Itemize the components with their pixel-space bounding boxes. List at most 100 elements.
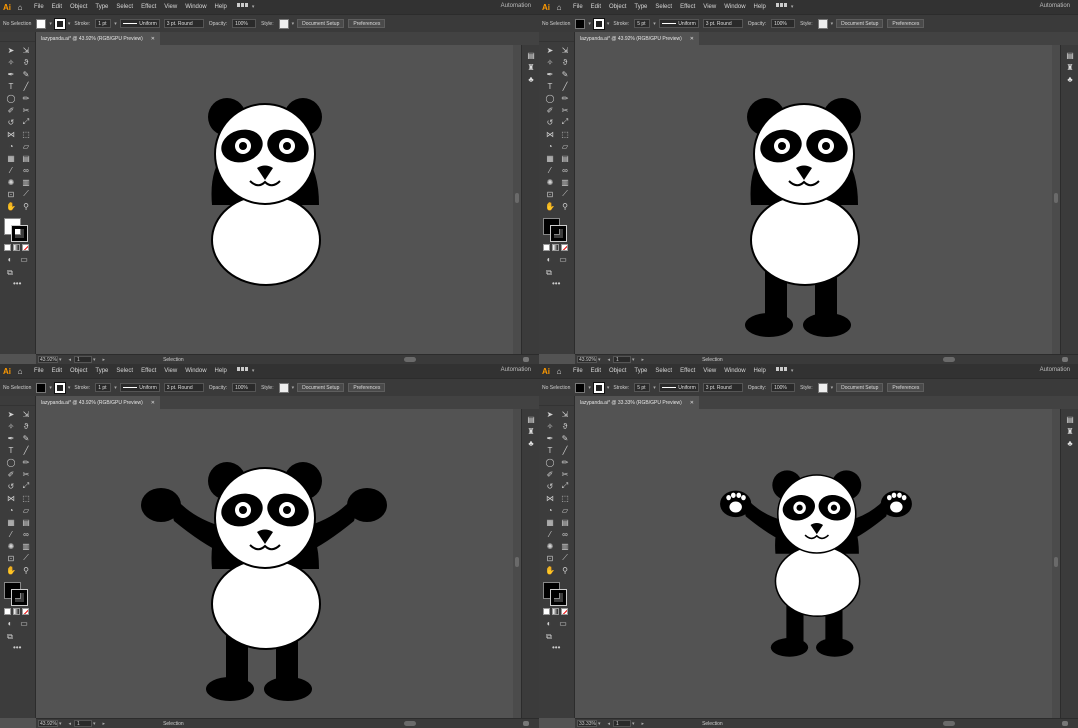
line-tool-icon[interactable]: ╱ bbox=[559, 444, 571, 456]
edit-toolbar-icon[interactable]: ••• bbox=[0, 643, 35, 652]
type-tool-icon[interactable]: T bbox=[5, 80, 17, 92]
color-button[interactable] bbox=[4, 244, 11, 251]
pen-tool-icon[interactable]: ✒ bbox=[5, 432, 17, 444]
menu-help[interactable]: Help bbox=[215, 4, 227, 10]
menu-object[interactable]: Object bbox=[70, 368, 87, 374]
scroll-thumb[interactable] bbox=[515, 557, 519, 567]
variable-width-profile[interactable]: Uniform bbox=[119, 383, 160, 392]
width-tool-icon[interactable]: ⋈ bbox=[544, 128, 556, 140]
direct-selection-tool-icon[interactable]: ⇲ bbox=[20, 44, 32, 56]
type-tool-icon[interactable]: T bbox=[5, 444, 17, 456]
close-icon[interactable]: ✕ bbox=[690, 400, 694, 406]
preferences-button[interactable]: Preferences bbox=[887, 19, 925, 28]
fill-swatch[interactable] bbox=[36, 382, 47, 393]
none-button[interactable] bbox=[22, 608, 29, 615]
width-tool-icon[interactable]: ⋈ bbox=[544, 492, 556, 504]
paintbrush-icon[interactable]: ✏ bbox=[20, 92, 32, 104]
preferences-button[interactable]: Preferences bbox=[348, 383, 386, 392]
preferences-button[interactable]: Preferences bbox=[887, 383, 925, 392]
fill-stroke-swatches[interactable] bbox=[543, 582, 569, 606]
document-setup-button[interactable]: Document Setup bbox=[297, 383, 345, 392]
blend-icon[interactable]: ∞ bbox=[559, 164, 571, 176]
none-button[interactable] bbox=[561, 244, 568, 251]
menu-effect[interactable]: Effect bbox=[680, 4, 695, 10]
fill-swatch[interactable] bbox=[575, 382, 586, 393]
zoom-level-field[interactable]: 43.92% bbox=[38, 356, 58, 363]
gradient-button[interactable] bbox=[13, 244, 20, 251]
perspective-icon[interactable]: ▱ bbox=[20, 504, 32, 516]
symbol-sprayer-icon[interactable]: ✺ bbox=[5, 540, 17, 552]
perspective-icon[interactable]: ▱ bbox=[20, 140, 32, 152]
stroke-swatch[interactable] bbox=[592, 17, 605, 30]
opacity-field[interactable]: 100% bbox=[771, 19, 796, 28]
vertical-scrollbar[interactable] bbox=[513, 409, 521, 718]
graphic-style-swatch[interactable] bbox=[817, 382, 828, 393]
eraser-icon[interactable]: ✂ bbox=[559, 468, 571, 480]
previous-artboard-icon[interactable]: ◂ bbox=[69, 721, 72, 727]
blend-icon[interactable]: ∞ bbox=[559, 528, 571, 540]
magic-wand-icon[interactable]: ✧ bbox=[544, 420, 556, 432]
draw-mode-icon[interactable]: ◐ bbox=[543, 617, 555, 629]
lasso-icon[interactable]: ϑ bbox=[559, 420, 571, 432]
blend-icon[interactable]: ∞ bbox=[20, 528, 32, 540]
hand-tool-icon[interactable]: ✋ bbox=[5, 564, 17, 576]
free-transform-icon[interactable]: ⬚ bbox=[20, 492, 32, 504]
stroke-swatch[interactable] bbox=[53, 381, 66, 394]
scale-icon[interactable]: ⤢ bbox=[20, 480, 32, 492]
edit-toolbar-icon[interactable]: ••• bbox=[539, 643, 574, 652]
menu-edit[interactable]: Edit bbox=[591, 4, 601, 10]
variable-width-profile[interactable]: Uniform bbox=[119, 19, 160, 28]
menu-help[interactable]: Help bbox=[215, 368, 227, 374]
properties-panel-icon[interactable]: ▤ bbox=[1061, 49, 1078, 61]
rotate-icon[interactable]: ↺ bbox=[544, 116, 556, 128]
artboard-tool-icon[interactable]: ⊡ bbox=[544, 552, 556, 564]
menu-view[interactable]: View bbox=[164, 368, 177, 374]
menu-type[interactable]: Type bbox=[634, 4, 647, 10]
artboard-tool-icon[interactable]: ⊡ bbox=[5, 552, 17, 564]
horizontal-scroll-thumb[interactable] bbox=[943, 357, 955, 362]
menu-object[interactable]: Object bbox=[70, 4, 87, 10]
next-artboard-icon[interactable]: ▸ bbox=[103, 357, 106, 363]
panel-grip[interactable] bbox=[0, 32, 35, 42]
slice-icon[interactable]: ⟋ bbox=[20, 552, 32, 564]
change-screen-mode-icon[interactable]: ⧉ bbox=[4, 267, 16, 279]
color-button[interactable] bbox=[543, 608, 550, 615]
properties-panel-icon[interactable]: ▤ bbox=[522, 49, 539, 61]
scroll-thumb[interactable] bbox=[1054, 557, 1058, 567]
stroke-color-swatch[interactable] bbox=[550, 225, 567, 242]
line-tool-icon[interactable]: ╱ bbox=[20, 80, 32, 92]
ellipse-tool-icon[interactable]: ◯ bbox=[5, 456, 17, 468]
variable-width-profile[interactable]: Uniform bbox=[658, 383, 699, 392]
menu-edit[interactable]: Edit bbox=[52, 368, 62, 374]
direct-selection-tool-icon[interactable]: ⇲ bbox=[20, 408, 32, 420]
libraries-panel-icon[interactable]: ♜ bbox=[522, 61, 539, 73]
fill-swatch[interactable] bbox=[36, 18, 47, 29]
workspace-switcher-icon[interactable] bbox=[775, 3, 790, 11]
document-tab[interactable]: lazypanda.ai* @ 43.92% (RGB/GPU Preview)… bbox=[575, 32, 699, 45]
column-graph-icon[interactable]: ▥ bbox=[559, 540, 571, 552]
fill-swatch[interactable] bbox=[575, 18, 586, 29]
menu-effect[interactable]: Effect bbox=[680, 368, 695, 374]
curvature-tool-icon[interactable]: ✎ bbox=[559, 432, 571, 444]
free-transform-icon[interactable]: ⬚ bbox=[559, 492, 571, 504]
symbols-panel-icon[interactable]: ♣ bbox=[522, 437, 539, 449]
graphic-style-swatch[interactable] bbox=[278, 18, 289, 29]
curvature-tool-icon[interactable]: ✎ bbox=[20, 68, 32, 80]
gradient-icon[interactable]: ▤ bbox=[20, 516, 32, 528]
change-screen-mode-icon[interactable]: ⧉ bbox=[543, 267, 555, 279]
opacity-field[interactable]: 100% bbox=[232, 383, 257, 392]
zoom-tool-icon[interactable]: ⚲ bbox=[559, 200, 571, 212]
zoom-level-field[interactable]: 43.92% bbox=[38, 720, 58, 727]
canvas[interactable] bbox=[576, 45, 1060, 354]
mesh-icon[interactable]: ▦ bbox=[544, 152, 556, 164]
close-icon[interactable]: ✕ bbox=[151, 400, 155, 406]
properties-panel-icon[interactable]: ▤ bbox=[1061, 413, 1078, 425]
artboard-tool-icon[interactable]: ⊡ bbox=[5, 188, 17, 200]
artboard-number-field[interactable]: 1 bbox=[613, 356, 632, 363]
artboard-number-field[interactable]: 1 bbox=[74, 720, 93, 727]
shape-builder-icon[interactable]: ◔ bbox=[5, 504, 17, 516]
menu-type[interactable]: Type bbox=[634, 368, 647, 374]
scroll-end-marker[interactable] bbox=[1062, 357, 1068, 362]
hand-tool-icon[interactable]: ✋ bbox=[544, 200, 556, 212]
shaper-icon[interactable]: ✐ bbox=[5, 104, 17, 116]
